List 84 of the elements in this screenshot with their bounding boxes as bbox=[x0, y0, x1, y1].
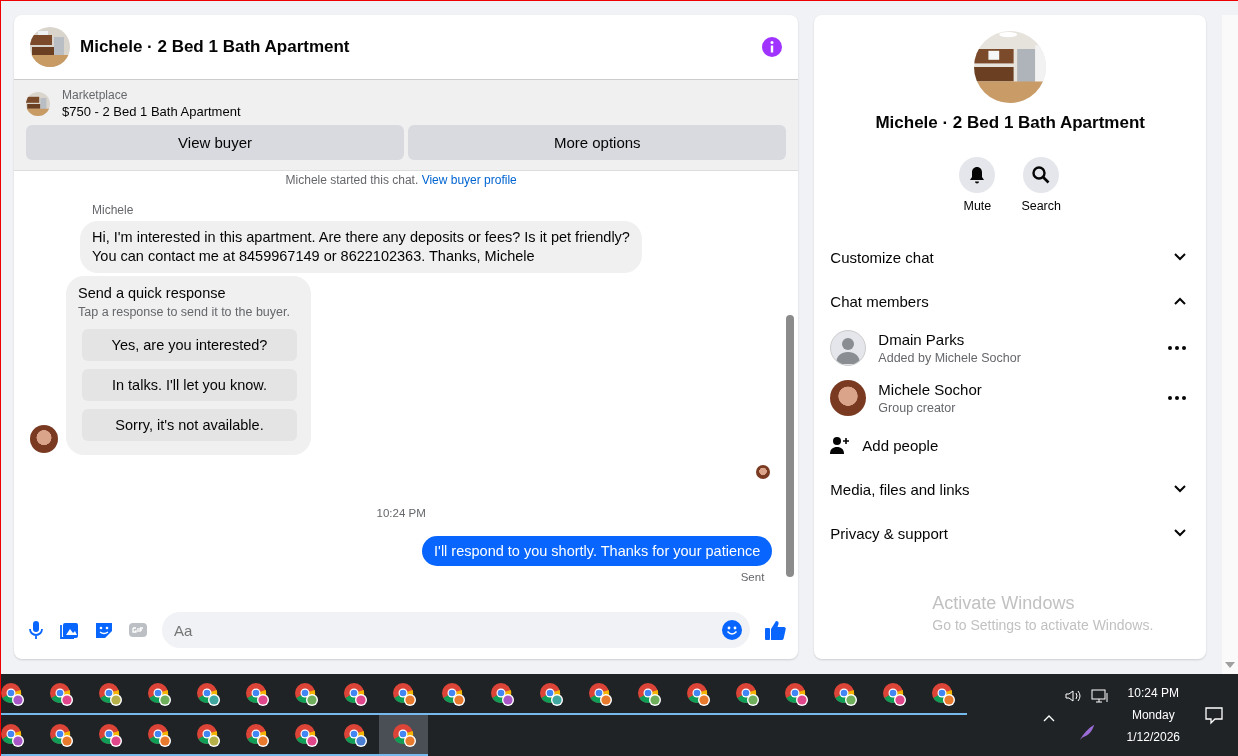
sender-name: Michele bbox=[92, 203, 135, 217]
clock-date: 1/12/2026 bbox=[1126, 730, 1180, 744]
activation-hint: Go to Settings to activate Windows. bbox=[932, 617, 1154, 633]
browser-icon bbox=[292, 721, 319, 748]
image-icon[interactable] bbox=[60, 620, 80, 640]
clock-time: 10:24 PM bbox=[1127, 686, 1179, 700]
mute-button[interactable] bbox=[959, 157, 996, 193]
browser-icon bbox=[733, 680, 760, 707]
message-field[interactable]: Aa bbox=[162, 612, 751, 648]
default-avatar bbox=[830, 330, 867, 366]
browser-icon bbox=[390, 721, 417, 748]
browser-icon bbox=[243, 680, 270, 707]
more-icon[interactable] bbox=[1168, 346, 1186, 350]
chat-notice: Michele started this chat. bbox=[285, 173, 419, 187]
timestamp: 10:24 PM bbox=[375, 507, 427, 519]
listing-title: $750 - 2 Bed 1 Bath Apartment bbox=[62, 104, 241, 119]
clock-day: Monday bbox=[1131, 708, 1175, 722]
sticker-icon[interactable] bbox=[94, 620, 114, 640]
browser-icon bbox=[537, 680, 564, 707]
browser-icon bbox=[929, 680, 956, 707]
conversation-title: Michele · 2 Bed 1 Bath Apartment bbox=[875, 113, 1145, 133]
more-icon[interactable] bbox=[1168, 396, 1186, 400]
quick-reply-button[interactable]: In talks. I'll let you know. bbox=[82, 369, 297, 401]
thumbs-up-icon[interactable] bbox=[764, 619, 787, 641]
notification-icon[interactable] bbox=[1204, 705, 1224, 725]
sent-status: Sent bbox=[740, 571, 765, 583]
member-name: Dmain Parks bbox=[878, 331, 966, 348]
action-label: Mute bbox=[963, 199, 992, 213]
search-button[interactable] bbox=[1023, 157, 1060, 193]
action-button[interactable]: More options bbox=[408, 125, 787, 160]
section-header[interactable]: Chat members bbox=[814, 279, 1206, 323]
browser-icon bbox=[243, 721, 270, 748]
browser-icon bbox=[782, 680, 809, 707]
browser-icon bbox=[1, 680, 25, 707]
section-header[interactable]: Privacy & support bbox=[814, 511, 1206, 555]
browser-icon bbox=[47, 721, 74, 748]
browser-icon bbox=[586, 680, 613, 707]
quick-response-title: Send a quick response bbox=[78, 285, 227, 301]
emoji-icon[interactable] bbox=[722, 620, 743, 640]
browser-icon bbox=[831, 680, 858, 707]
browser-icon bbox=[96, 721, 123, 748]
browser-icon bbox=[145, 721, 172, 748]
section-header[interactable]: Media, files and links bbox=[814, 467, 1206, 511]
member-role: Added by Michele Sochor bbox=[878, 351, 1022, 365]
avatar bbox=[30, 425, 58, 453]
member-role: Group creator bbox=[878, 401, 957, 415]
browser-icon bbox=[390, 680, 417, 707]
add-people-link[interactable]: Add people bbox=[862, 436, 939, 454]
browser-icon bbox=[341, 680, 368, 707]
browser-icon bbox=[488, 680, 515, 707]
add-person-icon bbox=[830, 435, 851, 455]
speaker-icon[interactable] bbox=[1064, 689, 1081, 703]
browser-icon bbox=[194, 680, 221, 707]
browser-icon bbox=[292, 680, 319, 707]
browser-icon bbox=[47, 680, 74, 707]
listing-source: Marketplace bbox=[62, 88, 129, 102]
quick-reply-button[interactable]: Sorry, it's not available. bbox=[82, 409, 297, 441]
network-icon[interactable] bbox=[1090, 689, 1109, 703]
microphone-icon[interactable] bbox=[26, 620, 46, 640]
browser-icon bbox=[341, 721, 368, 748]
browser-icon bbox=[439, 680, 466, 707]
action-label: Search bbox=[1021, 199, 1061, 213]
browser-icon bbox=[880, 680, 907, 707]
browser-icon bbox=[635, 680, 662, 707]
seen-avatar bbox=[756, 465, 771, 479]
profile-link[interactable]: View buyer profile bbox=[421, 173, 517, 187]
taskbar-button[interactable] bbox=[379, 715, 428, 756]
outgoing-message: I'll respond to you shortly. Thanks for your patience bbox=[422, 536, 773, 566]
info-icon[interactable] bbox=[762, 37, 783, 57]
browser-icon bbox=[145, 680, 172, 707]
incoming-message: Hi, I'm interested in this apartment. Are there any deposits or fees? Is it pet friendly? You can contact me at 8459967149 or 8622102363. Thanks, Michele bbox=[80, 221, 642, 273]
quick-reply-button[interactable]: Yes, are you interested? bbox=[82, 329, 297, 361]
quick-response-hint: Tap a response to send it to the buyer. bbox=[78, 305, 291, 319]
member-name: Michele Sochor bbox=[878, 381, 983, 398]
browser-icon bbox=[1, 721, 25, 748]
action-button[interactable]: View buyer bbox=[26, 125, 405, 160]
browser-icon bbox=[96, 680, 123, 707]
activation-title: Activate Windows bbox=[932, 593, 1076, 614]
chat-title: Michele · 2 Bed 1 Bath Apartment bbox=[80, 37, 351, 57]
section-header[interactable]: Customize chat bbox=[814, 235, 1206, 279]
browser-icon bbox=[684, 680, 711, 707]
browser-icon bbox=[194, 721, 221, 748]
search-icon bbox=[1031, 165, 1052, 185]
avatar bbox=[830, 380, 867, 416]
